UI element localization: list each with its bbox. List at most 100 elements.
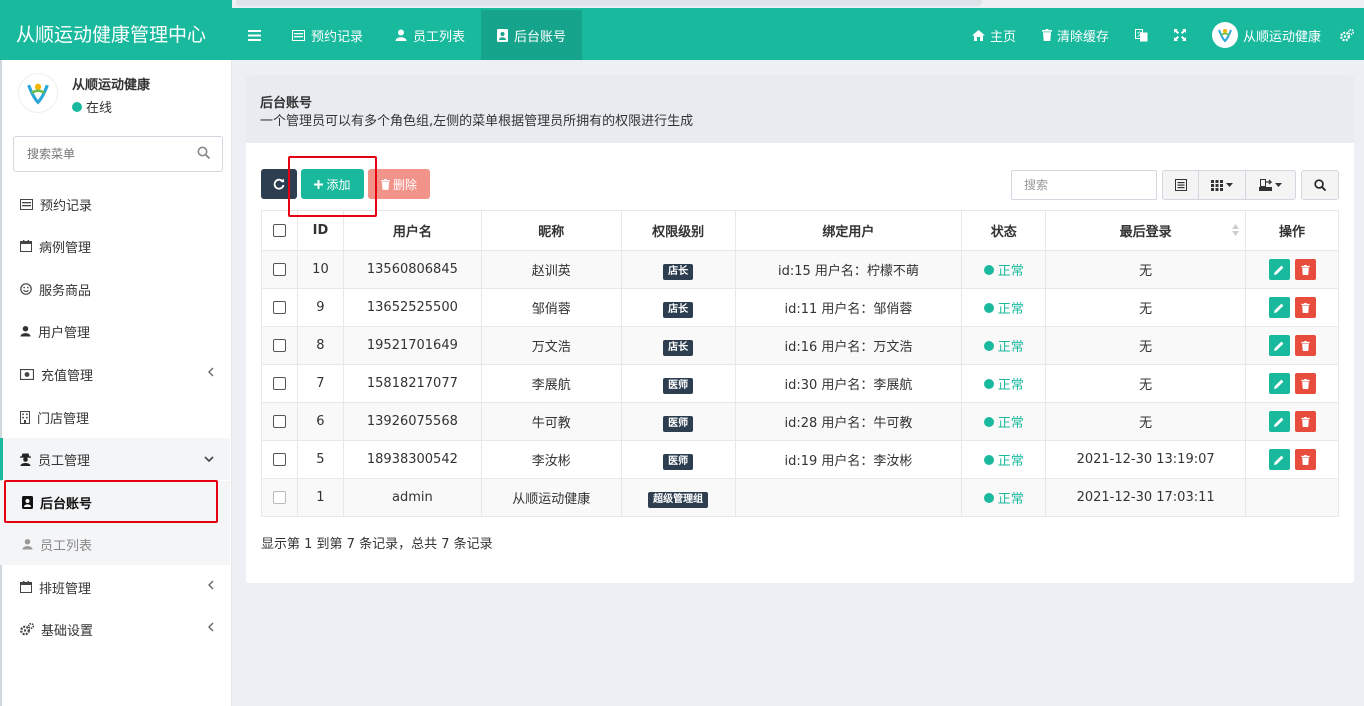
edit-button[interactable]: [1268, 297, 1290, 318]
column-header[interactable]: 状态: [961, 210, 1047, 251]
cell-status: 正常: [961, 250, 1047, 289]
status-badge: 正常: [983, 336, 1024, 355]
row-checkbox-cell[interactable]: [261, 440, 298, 479]
user-menu[interactable]: 从顺运动健康: [1199, 10, 1334, 60]
status-dot-icon: [983, 302, 994, 313]
edit-button[interactable]: [1268, 335, 1290, 356]
money-icon: [20, 368, 34, 380]
column-header-sortable[interactable]: 最后登录: [1045, 210, 1247, 251]
cell-id: 7: [296, 364, 344, 403]
status-dot-icon: [983, 378, 994, 389]
columns-button[interactable]: [1198, 170, 1246, 200]
status-dot-icon: [983, 492, 994, 503]
table-row[interactable]: 1 admin 从顺运动健康 超级管理组 正常 2021-12-30 17:03:11: [261, 478, 1339, 517]
sidebar-search: [13, 136, 223, 172]
top-tab-admin-accounts[interactable]: 后台账号: [481, 10, 583, 60]
trash-icon: [1041, 29, 1052, 41]
export-button[interactable]: [1245, 170, 1296, 200]
row-checkbox[interactable]: [272, 415, 286, 428]
top-nav: 预约记录 员工列表 后台账号: [232, 10, 583, 60]
delete-row-button[interactable]: [1294, 449, 1316, 470]
toggle-view-button[interactable]: [1162, 170, 1199, 200]
sidebar-item-scheduling[interactable]: 排班管理: [0, 566, 230, 608]
sidebar-item-staff-management[interactable]: 员工管理: [0, 438, 230, 480]
app-title[interactable]: 从顺运动健康管理中心: [0, 10, 232, 60]
top-tab-staff-list[interactable]: 员工列表: [379, 10, 481, 60]
column-header[interactable]: 权限级别: [620, 210, 736, 251]
building-icon: [20, 410, 30, 424]
row-checkbox-cell[interactable]: [261, 250, 298, 289]
column-header[interactable]: 操作: [1245, 210, 1339, 251]
table-search-input[interactable]: 搜索: [1011, 170, 1157, 200]
highlight-box-sidebar: [4, 480, 218, 523]
home-icon: [971, 29, 985, 41]
search-icon[interactable]: [197, 146, 210, 159]
cell-id: 8: [296, 326, 344, 365]
top-tab-label: 预约记录: [311, 29, 364, 45]
row-checkbox[interactable]: [272, 301, 286, 314]
sidebar-item-users[interactable]: 用户管理: [0, 310, 230, 352]
table-row[interactable]: 5 18938300542 李汝彬 医师 id:19 用户名：李汝彬 正常 2021-12-…: [261, 440, 1339, 479]
cell-id: 1: [296, 478, 344, 517]
refresh-icon: [273, 178, 285, 190]
sidebar-item-appointments[interactable]: 预约记录: [0, 183, 230, 225]
status-label: 正常: [997, 302, 1024, 317]
row-checkbox[interactable]: [272, 339, 286, 352]
row-checkbox-cell[interactable]: [261, 288, 298, 327]
sort-icon[interactable]: [1232, 224, 1240, 236]
delete-button[interactable]: 删除: [368, 169, 430, 199]
delete-row-button[interactable]: [1294, 259, 1316, 280]
table-row[interactable]: 8 19521701649 万文浩 店长 id:16 用户名：万文浩 正常 无: [261, 326, 1339, 365]
cell-id: 5: [296, 440, 344, 479]
sidebar-subitem-staff-list[interactable]: 员工列表: [0, 523, 230, 565]
sidebar-user-panel: 从顺运动健康 在线: [18, 70, 228, 130]
table-row[interactable]: 6 13926075568 牛可教 医师 id:28 用户名：牛可教 正常 无: [261, 402, 1339, 441]
row-checkbox-cell[interactable]: [261, 326, 298, 365]
home-label: 主页: [989, 29, 1016, 45]
settings-button[interactable]: [1334, 10, 1364, 60]
select-all-checkbox[interactable]: [272, 224, 286, 237]
edit-button[interactable]: [1268, 449, 1290, 470]
cell-id: 10: [296, 250, 344, 289]
table-row[interactable]: 10 13560806845 赵训英 店长 id:15 用户名：柠檬不萌 正常 无: [261, 250, 1339, 289]
delete-row-button[interactable]: [1294, 373, 1316, 394]
table-row[interactable]: 7 15818217077 李展航 医师 id:30 用户名：李展航 正常 无: [261, 364, 1339, 403]
delete-row-button[interactable]: [1294, 297, 1316, 318]
trash-icon: [380, 178, 390, 190]
top-tab-appointments[interactable]: 预约记录: [276, 10, 379, 60]
fullscreen-button[interactable]: [1161, 10, 1199, 60]
column-header[interactable]: 绑定用户: [734, 210, 963, 251]
export-icon: [1259, 179, 1272, 191]
sidebar-search-input[interactable]: [14, 137, 184, 171]
menu-toggle-button[interactable]: [232, 10, 276, 60]
delete-row-button[interactable]: [1294, 335, 1316, 356]
status-badge: 正常: [983, 260, 1024, 279]
sidebar-item-services[interactable]: 服务商品: [0, 268, 230, 310]
search-button[interactable]: [1301, 170, 1339, 200]
language-button[interactable]: 文: [1122, 10, 1161, 60]
column-header[interactable]: 昵称: [480, 210, 622, 251]
row-checkbox[interactable]: [272, 377, 286, 390]
sidebar-item-recharge[interactable]: 充值管理: [0, 353, 230, 395]
row-checkbox-cell[interactable]: [261, 478, 298, 517]
row-checkbox[interactable]: [272, 453, 286, 466]
home-link[interactable]: 主页: [959, 10, 1029, 60]
cell-bound-user: id:11 用户名：邹俏蓉: [734, 288, 963, 327]
expand-icon: [1173, 29, 1186, 41]
cell-role: 医师: [620, 440, 736, 479]
delete-label: 删除: [392, 177, 417, 192]
row-checkbox-cell[interactable]: [261, 402, 298, 441]
row-checkbox-cell[interactable]: [261, 364, 298, 403]
clear-cache-button[interactable]: 清除缓存: [1029, 10, 1122, 60]
sidebar-item-stores[interactable]: 门店管理: [0, 396, 230, 438]
sidebar-item-cases[interactable]: 病例管理: [0, 225, 230, 267]
edit-button[interactable]: [1268, 373, 1290, 394]
row-checkbox[interactable]: [272, 263, 286, 276]
cell-nickname: 邹俏蓉: [480, 288, 622, 327]
sidebar-item-basic-settings[interactable]: 基础设置: [0, 608, 230, 650]
delete-row-button[interactable]: [1294, 411, 1316, 432]
cell-id: 9: [296, 288, 344, 327]
edit-button[interactable]: [1268, 259, 1290, 280]
table-row[interactable]: 9 13652525500 邹俏蓉 店长 id:11 用户名：邹俏蓉 正常 无: [261, 288, 1339, 327]
edit-button[interactable]: [1268, 411, 1290, 432]
